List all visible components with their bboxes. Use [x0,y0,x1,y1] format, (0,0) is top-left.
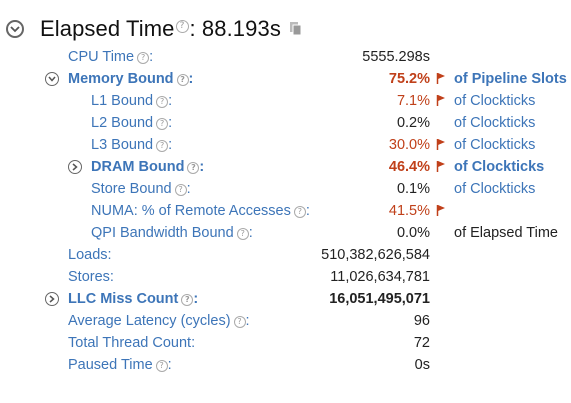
metric-label[interactable]: DRAM Bound?: [91,156,204,178]
metric-label[interactable]: Memory Bound?: [68,68,193,90]
help-icon[interactable]: ? [156,118,169,130]
chevron-right-icon [49,295,55,303]
metric-row-l2-bound: L2 Bound?: 0.2% of Clockticks [0,112,571,134]
chevron-right-icon [72,163,78,171]
metric-value: 96 [413,313,430,329]
help-icon[interactable]: ? [176,74,189,86]
metric-value: 0.0% [396,225,430,241]
help-icon[interactable]: ? [293,206,306,218]
metric-unit: of Pipeline Slots [454,71,567,87]
help-icon[interactable]: ? [236,228,249,240]
metric-label[interactable]: Paused Time?: [68,354,172,376]
metric-unit: of Clockticks [454,137,536,153]
metric-row-numa-remote: NUMA: % of Remote Accesses?: 41.5% [0,200,571,222]
metric-value: 0.1% [396,181,430,197]
metric-value: 46.4% [388,159,430,175]
help-icon[interactable]: ? [181,294,194,306]
metric-value: 0.2% [396,115,430,131]
metric-unit: of Clockticks [454,181,536,197]
collapse-toggle[interactable] [45,72,59,86]
metric-label[interactable]: LLC Miss Count?: [68,288,198,310]
metric-unit: of Clockticks [454,159,545,175]
help-icon[interactable]: ? [156,140,169,152]
metric-value: 11,026,634,781 [330,269,430,285]
help-icon[interactable]: ? [175,19,189,33]
metric-value: 75.2% [388,71,430,87]
metric-label[interactable]: L1 Bound?: [91,90,172,112]
help-icon[interactable]: ? [137,52,150,64]
metric-label[interactable]: CPU Time?: [68,46,153,68]
collapse-toggle[interactable] [6,20,24,38]
flag-icon [436,161,445,172]
metric-unit: of Elapsed Time [454,225,558,241]
metric-row-l1-bound: L1 Bound?: 7.1% of Clockticks [0,90,571,112]
metric-value: 30.0% [388,137,430,153]
metric-label[interactable]: Loads: [68,244,112,266]
metric-value: 7.1% [396,93,430,109]
metric-row-dram-bound: DRAM Bound?: 46.4% of Clockticks [0,156,571,178]
metric-row-qpi-bandwidth: QPI Bandwidth Bound?: 0.0% of Elapsed Ti… [0,222,571,244]
metric-label[interactable]: Average Latency (cycles)?: [68,310,250,332]
metric-label[interactable]: L2 Bound?: [91,112,172,134]
help-icon[interactable]: ? [187,162,200,174]
chevron-down-icon [48,76,56,82]
metric-label[interactable]: Stores: [68,266,114,288]
chevron-down-icon [10,25,20,32]
metric-row-cpu-time: CPU Time?: 5555.298s [0,46,571,68]
metric-unit: of Clockticks [454,115,536,131]
flag-icon [436,73,445,84]
flag-icon [436,95,445,106]
metric-label[interactable]: Store Bound?: [91,178,191,200]
metric-row-total-thread-count: Total Thread Count: 72 [0,332,571,354]
metric-row-loads: Loads: 510,382,626,584 [0,244,571,266]
help-icon[interactable]: ? [155,360,168,372]
summary-header: Elapsed Time ? : 88.193s [6,14,303,44]
expand-toggle[interactable] [45,292,59,306]
flag-icon [436,139,445,150]
help-icon[interactable]: ? [156,96,169,108]
metric-row-stores: Stores: 11,026,634,781 [0,266,571,288]
metric-row-l3-bound: L3 Bound?: 30.0% of Clockticks [0,134,571,156]
elapsed-time-value: : 88.193s [189,16,281,41]
metric-value: 5555.298s [362,49,430,65]
expand-toggle[interactable] [68,160,82,174]
metric-row-memory-bound: Memory Bound?: 75.2% of Pipeline Slots [0,68,571,90]
elapsed-time-label: Elapsed Time [40,16,175,41]
metric-value: 510,382,626,584 [321,247,430,263]
help-icon[interactable]: ? [174,184,187,196]
metric-row-paused-time: Paused Time?: 0s [0,354,571,376]
metric-value: 16,051,495,071 [329,291,430,307]
metric-row-store-bound: Store Bound?: 0.1% of Clockticks [0,178,571,200]
flag-icon [436,205,445,216]
metric-value: 0s [414,357,430,373]
metric-label[interactable]: NUMA: % of Remote Accesses?: [91,200,310,222]
metric-value: 72 [413,335,430,351]
metric-value: 41.5% [388,203,430,219]
metric-label[interactable]: L3 Bound?: [91,134,172,156]
metric-unit: of Clockticks [454,93,536,109]
help-icon[interactable]: ? [233,316,246,328]
metric-row-llc-miss-count: LLC Miss Count?: 16,051,495,071 [0,288,571,310]
metric-row-average-latency: Average Latency (cycles)?: 96 [0,310,571,332]
copy-icon[interactable] [289,21,303,42]
metric-label[interactable]: QPI Bandwidth Bound?: [91,222,253,244]
metric-label[interactable]: Total Thread Count: [68,332,195,354]
